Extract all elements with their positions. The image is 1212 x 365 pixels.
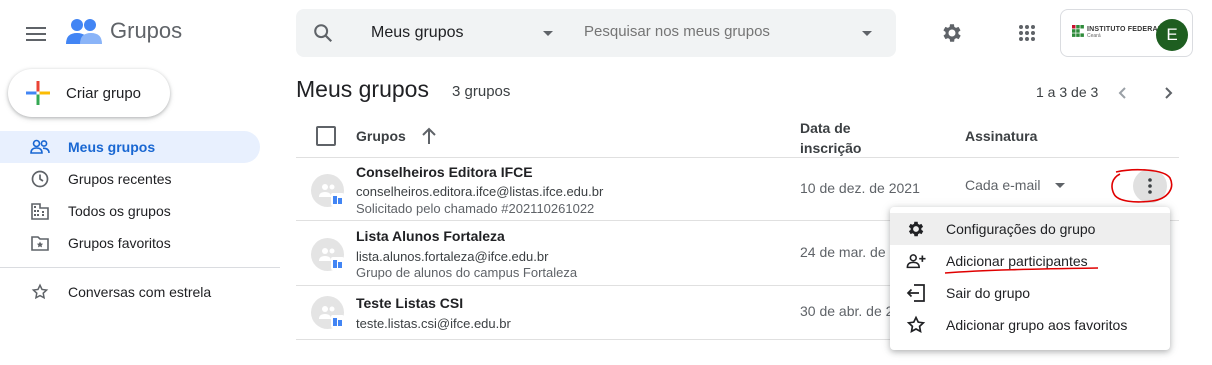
next-page-button[interactable]	[1157, 81, 1181, 105]
column-header-join-date: Data de inscrição	[800, 118, 861, 158]
hamburger-icon	[26, 27, 46, 41]
account-switcher[interactable]: INSTITUTO FEDERAL Ceará E	[1060, 9, 1193, 57]
group-description: Solicitado pelo chamado #202110261022	[356, 201, 595, 216]
gear-icon	[943, 24, 961, 42]
search-options-icon[interactable]	[861, 30, 873, 37]
gear-icon	[906, 219, 926, 239]
more-vert-icon	[1148, 178, 1152, 194]
folder-star-icon	[30, 233, 50, 253]
institute-logo-icon	[1072, 25, 1084, 37]
apps-grid-icon	[1019, 25, 1035, 41]
chevron-down-icon	[1055, 182, 1066, 188]
column-header-join-date-line2: inscrição	[800, 140, 862, 156]
domain-badge-icon	[331, 257, 344, 270]
sidebar-item-label: Meus grupos	[68, 139, 156, 155]
sidebar-item-label: Grupos recentes	[68, 171, 172, 187]
app-name: Grupos	[110, 18, 183, 43]
sidebar-item-label: Conversas com estrela	[68, 284, 212, 300]
sidebar-divider	[0, 267, 280, 268]
star-outline-icon	[30, 282, 50, 302]
org-subname: Ceará	[1087, 32, 1101, 39]
join-date: 10 de dez. de 2021	[800, 180, 920, 196]
menu-item-label: Adicionar participantes	[946, 253, 1088, 269]
person-add-icon	[906, 251, 926, 271]
sidebar-item-recent-groups[interactable]: Grupos recentes	[0, 163, 260, 195]
group-description: Grupo de alunos do campus Fortaleza	[356, 265, 578, 280]
avatar[interactable]: E	[1156, 19, 1188, 51]
people-outline-icon	[30, 137, 50, 157]
group-name[interactable]: Conselheiros Editora IFCE	[356, 164, 533, 180]
org-name: INSTITUTO FEDERAL	[1087, 25, 1163, 33]
group-count: 3 grupos	[452, 83, 511, 100]
menu-item-label: Sair do grupo	[946, 285, 1031, 301]
menu-item-label: Adicionar grupo aos favoritos	[946, 317, 1128, 333]
exit-icon	[906, 283, 926, 303]
org-logo: INSTITUTO FEDERAL Ceará	[1072, 25, 1162, 39]
subscription-select[interactable]: Cada e-mail	[965, 177, 1066, 193]
page-title: Meus grupos	[296, 76, 429, 102]
star-outline-icon	[906, 315, 926, 335]
chevron-left-icon	[1118, 87, 1126, 99]
app-logo[interactable]: Grupos	[66, 16, 182, 46]
column-header-join-date-line1: Data de	[800, 120, 851, 136]
menu-item-label: Configurações do grupo	[946, 221, 1096, 237]
join-date: 24 de mar. de 2	[800, 244, 898, 260]
previous-page-button[interactable]	[1110, 81, 1134, 105]
sidebar-item-all-groups[interactable]: Todos os grupos	[0, 195, 260, 227]
column-header-subscription: Assinatura	[965, 128, 1038, 144]
clock-icon	[30, 169, 50, 189]
search-scope-select[interactable]: Meus grupos	[371, 24, 464, 42]
group-email: conselheiros.editora.ifce@listas.ifce.ed…	[356, 184, 604, 199]
scope-dropdown-icon[interactable]	[542, 30, 554, 37]
groups-logo-icon	[66, 19, 102, 44]
create-group-button[interactable]: Criar grupo	[8, 69, 170, 117]
menu-item-group-settings[interactable]: Configurações do grupo	[890, 213, 1170, 245]
plus-icon	[26, 81, 50, 105]
domain-badge-icon	[331, 315, 344, 328]
group-name[interactable]: Lista Alunos Fortaleza	[356, 228, 505, 244]
create-group-label: Criar grupo	[66, 84, 142, 102]
sidebar-item-starred-conversations[interactable]: Conversas com estrela	[0, 276, 260, 308]
domain-badge-icon	[331, 193, 344, 206]
sidebar-item-label: Todos os grupos	[68, 203, 171, 219]
group-email: teste.listas.csi@ifce.edu.br	[356, 316, 511, 331]
join-date: 30 de abr. de 2	[800, 303, 894, 319]
sidebar-item-favorite-groups[interactable]: Grupos favoritos	[0, 227, 260, 259]
main-menu-button[interactable]	[22, 20, 50, 48]
search-icon[interactable]	[312, 22, 334, 49]
apps-button[interactable]	[1012, 18, 1042, 48]
pagination-text: 1 a 3 de 3	[1036, 84, 1099, 100]
search-input[interactable]	[584, 23, 844, 40]
building-icon	[30, 201, 50, 221]
group-email: lista.alunos.fortaleza@ifce.edu.br	[356, 249, 549, 264]
group-context-menu: Configurações do grupo Adicionar partici…	[890, 207, 1170, 350]
menu-item-add-members[interactable]: Adicionar participantes	[890, 245, 1170, 277]
sidebar-item-my-groups[interactable]: Meus grupos	[0, 131, 260, 163]
settings-button[interactable]	[937, 18, 967, 48]
group-name[interactable]: Teste Listas CSI	[356, 295, 463, 311]
chevron-right-icon	[1165, 87, 1173, 99]
select-all-checkbox[interactable]	[316, 126, 336, 146]
column-header-groups[interactable]: Grupos	[356, 128, 406, 144]
sidebar-item-label: Grupos favoritos	[68, 235, 171, 251]
more-options-button[interactable]	[1133, 169, 1167, 203]
row-divider	[296, 339, 890, 340]
menu-item-add-favorite[interactable]: Adicionar grupo aos favoritos	[890, 309, 1170, 341]
arrow-up-icon[interactable]	[421, 127, 437, 145]
subscription-value: Cada e-mail	[965, 177, 1041, 193]
menu-item-leave-group[interactable]: Sair do grupo	[890, 277, 1170, 309]
search-bar: Meus grupos	[296, 9, 896, 57]
